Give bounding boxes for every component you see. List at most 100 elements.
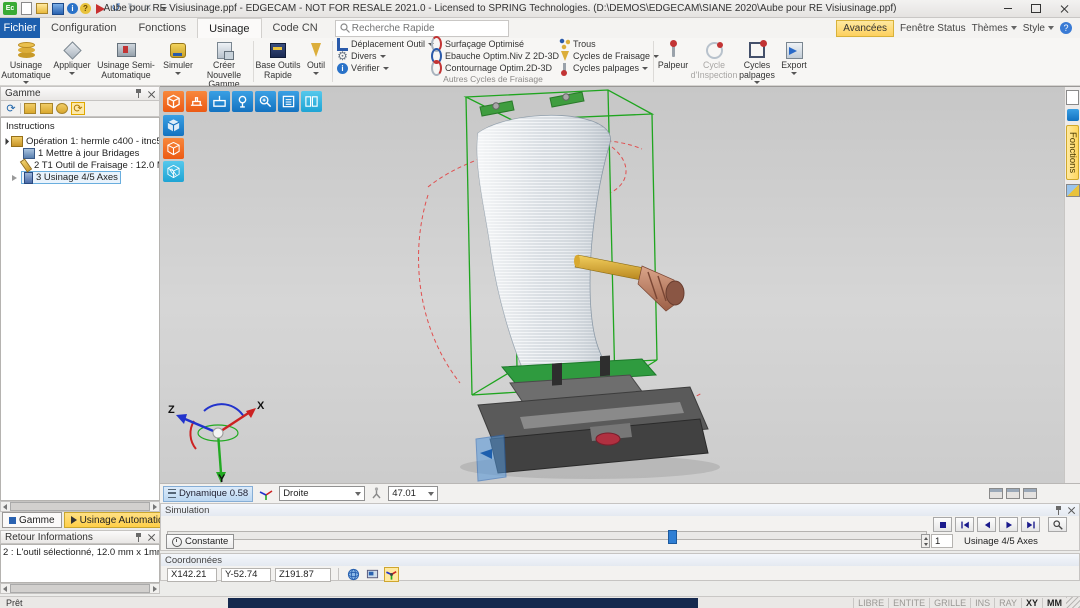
close-panel-icon[interactable] (1067, 506, 1075, 514)
tab-fonctions[interactable]: Fonctions (127, 18, 197, 38)
cycles-palpages-menu[interactable]: Cycles palpages (556, 62, 652, 74)
tab-configuration[interactable]: Configuration (40, 18, 127, 38)
trous-button[interactable]: Trous (556, 38, 652, 50)
window-cascade-icon[interactable] (1006, 488, 1020, 499)
contournage-optim-button[interactable]: Contournage Optim.2D-3D (428, 62, 556, 74)
tree-item-bridages[interactable]: 1 Mettre à jour Bridages (1, 148, 159, 159)
play-button[interactable] (999, 517, 1018, 532)
help-icon[interactable]: ? (1060, 22, 1072, 34)
constant-speed-button[interactable]: Constante (166, 534, 234, 549)
toolpath-list-icon[interactable] (278, 91, 299, 112)
status-flag[interactable]: GRILLE (929, 598, 970, 608)
tab-gamme-panel[interactable]: Gamme (2, 512, 62, 528)
auto-cpl-icon[interactable] (384, 567, 399, 582)
info-icon[interactable]: i (67, 3, 78, 14)
wireframe-cube-icon[interactable] (163, 138, 184, 159)
tab-usinage[interactable]: Usinage (197, 18, 261, 38)
simulation-progress-bar[interactable] (167, 531, 927, 540)
go-to-end-button[interactable] (1021, 517, 1040, 532)
gamme-hscrollbar[interactable] (0, 501, 160, 512)
sync-icon[interactable]: ⟳ (71, 102, 85, 115)
shaded-cube-icon[interactable] (163, 115, 184, 136)
multi-view-icon[interactable] (301, 91, 322, 112)
stop-button[interactable] (933, 517, 952, 532)
context-help-icon[interactable]: ? (80, 3, 91, 14)
expander-open-icon[interactable] (2, 138, 9, 145)
coord-y-field[interactable]: Y-52.74 (221, 568, 271, 582)
tab-code-cn[interactable]: Code CN (262, 18, 329, 38)
blue-panel-icon[interactable] (1067, 109, 1079, 121)
new-file-icon[interactable] (19, 2, 33, 15)
close-button[interactable] (1050, 0, 1078, 17)
export-button[interactable]: Export (777, 38, 811, 84)
redo-icon[interactable]: ↻ (125, 2, 139, 15)
verifier-menu[interactable]: iVérifier (334, 62, 428, 74)
quick-search-box[interactable] (335, 20, 509, 37)
tree-root[interactable]: Instructions (1, 121, 159, 132)
window-restore-icon[interactable] (989, 488, 1003, 499)
machine-display-icon[interactable] (186, 91, 207, 112)
tool-store-icon[interactable] (23, 102, 37, 115)
world-cpl-icon[interactable] (346, 567, 361, 582)
pass-count-field[interactable]: 1 (931, 534, 953, 548)
shaded-view-icon[interactable] (163, 91, 184, 112)
translucent-cube-icon[interactable] (163, 161, 184, 182)
tab-fichier[interactable]: Fichier (0, 18, 40, 38)
scroll-thumb[interactable] (10, 502, 150, 511)
close-panel-icon[interactable] (147, 90, 155, 98)
qat-more-icon[interactable] (157, 2, 171, 15)
tree-item-usinage-45-axes[interactable]: 3 Usinage 4/5 Axes (1, 172, 159, 183)
status-flag[interactable]: XY (1021, 598, 1042, 608)
maximize-button[interactable] (1022, 0, 1050, 17)
refresh-icon[interactable]: ⟳ (4, 102, 18, 115)
avancees-toggle[interactable]: Avancées (836, 20, 894, 37)
close-panel-icon[interactable] (147, 533, 155, 541)
themes-menu[interactable]: Thèmes (972, 23, 1017, 34)
pass-spinner[interactable] (921, 534, 930, 548)
viewport-3d-scene[interactable]: X Y Z (160, 87, 1064, 483)
minimize-button[interactable] (994, 0, 1022, 17)
quick-search-input[interactable] (350, 22, 504, 35)
flag-icon[interactable] (93, 2, 107, 15)
ebauche-optim-button[interactable]: Ebauche Optim.Niv Z 2D-3D (428, 50, 556, 62)
status-flag[interactable]: ENTITE (888, 598, 929, 608)
resize-grip[interactable] (1066, 597, 1080, 608)
image-panel-icon[interactable] (1066, 184, 1080, 197)
tool-axis-select[interactable]: 47.01 (388, 486, 438, 501)
coord-x-field[interactable]: X142.21 (167, 568, 217, 582)
step-back-button[interactable] (977, 517, 996, 532)
pin-icon[interactable] (134, 89, 143, 98)
viewport-3d[interactable]: X Y Z (160, 86, 1080, 483)
expander-closed-icon[interactable] (12, 175, 17, 181)
tree-item-operation[interactable]: Opération 1: hermle c400 - itnc530.mcp: … (1, 136, 159, 147)
view-select[interactable]: Droite (279, 486, 365, 501)
status-flag[interactable]: INS (970, 598, 994, 608)
status-flag[interactable]: MM (1042, 598, 1066, 608)
machine-config-icon[interactable] (39, 102, 53, 115)
style-menu[interactable]: Style (1023, 23, 1054, 34)
deplacement-outil-menu[interactable]: Déplacement Outil (334, 38, 428, 50)
screen-cpl-icon[interactable] (365, 567, 380, 582)
analyze-button[interactable] (1048, 517, 1067, 532)
window-close-icon[interactable] (1023, 488, 1037, 499)
base-outils-rapide-button[interactable]: Base Outils Rapide (255, 38, 301, 80)
page-icon[interactable] (1066, 90, 1079, 105)
open-file-icon[interactable] (35, 2, 49, 15)
stock-display-icon[interactable] (209, 91, 230, 112)
scroll-right-icon[interactable] (153, 504, 157, 510)
undo-icon[interactable]: ↺ (109, 2, 123, 15)
outil-button[interactable]: Outil (301, 38, 331, 80)
pin-icon[interactable] (1054, 506, 1063, 515)
save-icon[interactable] (51, 2, 65, 15)
go-to-start-button[interactable] (955, 517, 974, 532)
cycles-de-fraisage-menu[interactable]: Cycles de Fraisage (556, 50, 652, 62)
tree-item-outil[interactable]: 2 T1 Outil de Fraisage : 12.0 MM DIA X .… (1, 160, 159, 171)
stock-icon[interactable] (55, 102, 69, 115)
scroll-left-icon[interactable] (3, 586, 7, 592)
status-flag[interactable]: RAY (994, 598, 1021, 608)
pin-icon[interactable] (134, 533, 143, 542)
light-icon[interactable] (232, 91, 253, 112)
delete-icon[interactable]: ✕ (141, 2, 155, 15)
palpeur-button[interactable]: Palpeur (655, 38, 691, 84)
scroll-right-icon[interactable] (153, 586, 157, 592)
